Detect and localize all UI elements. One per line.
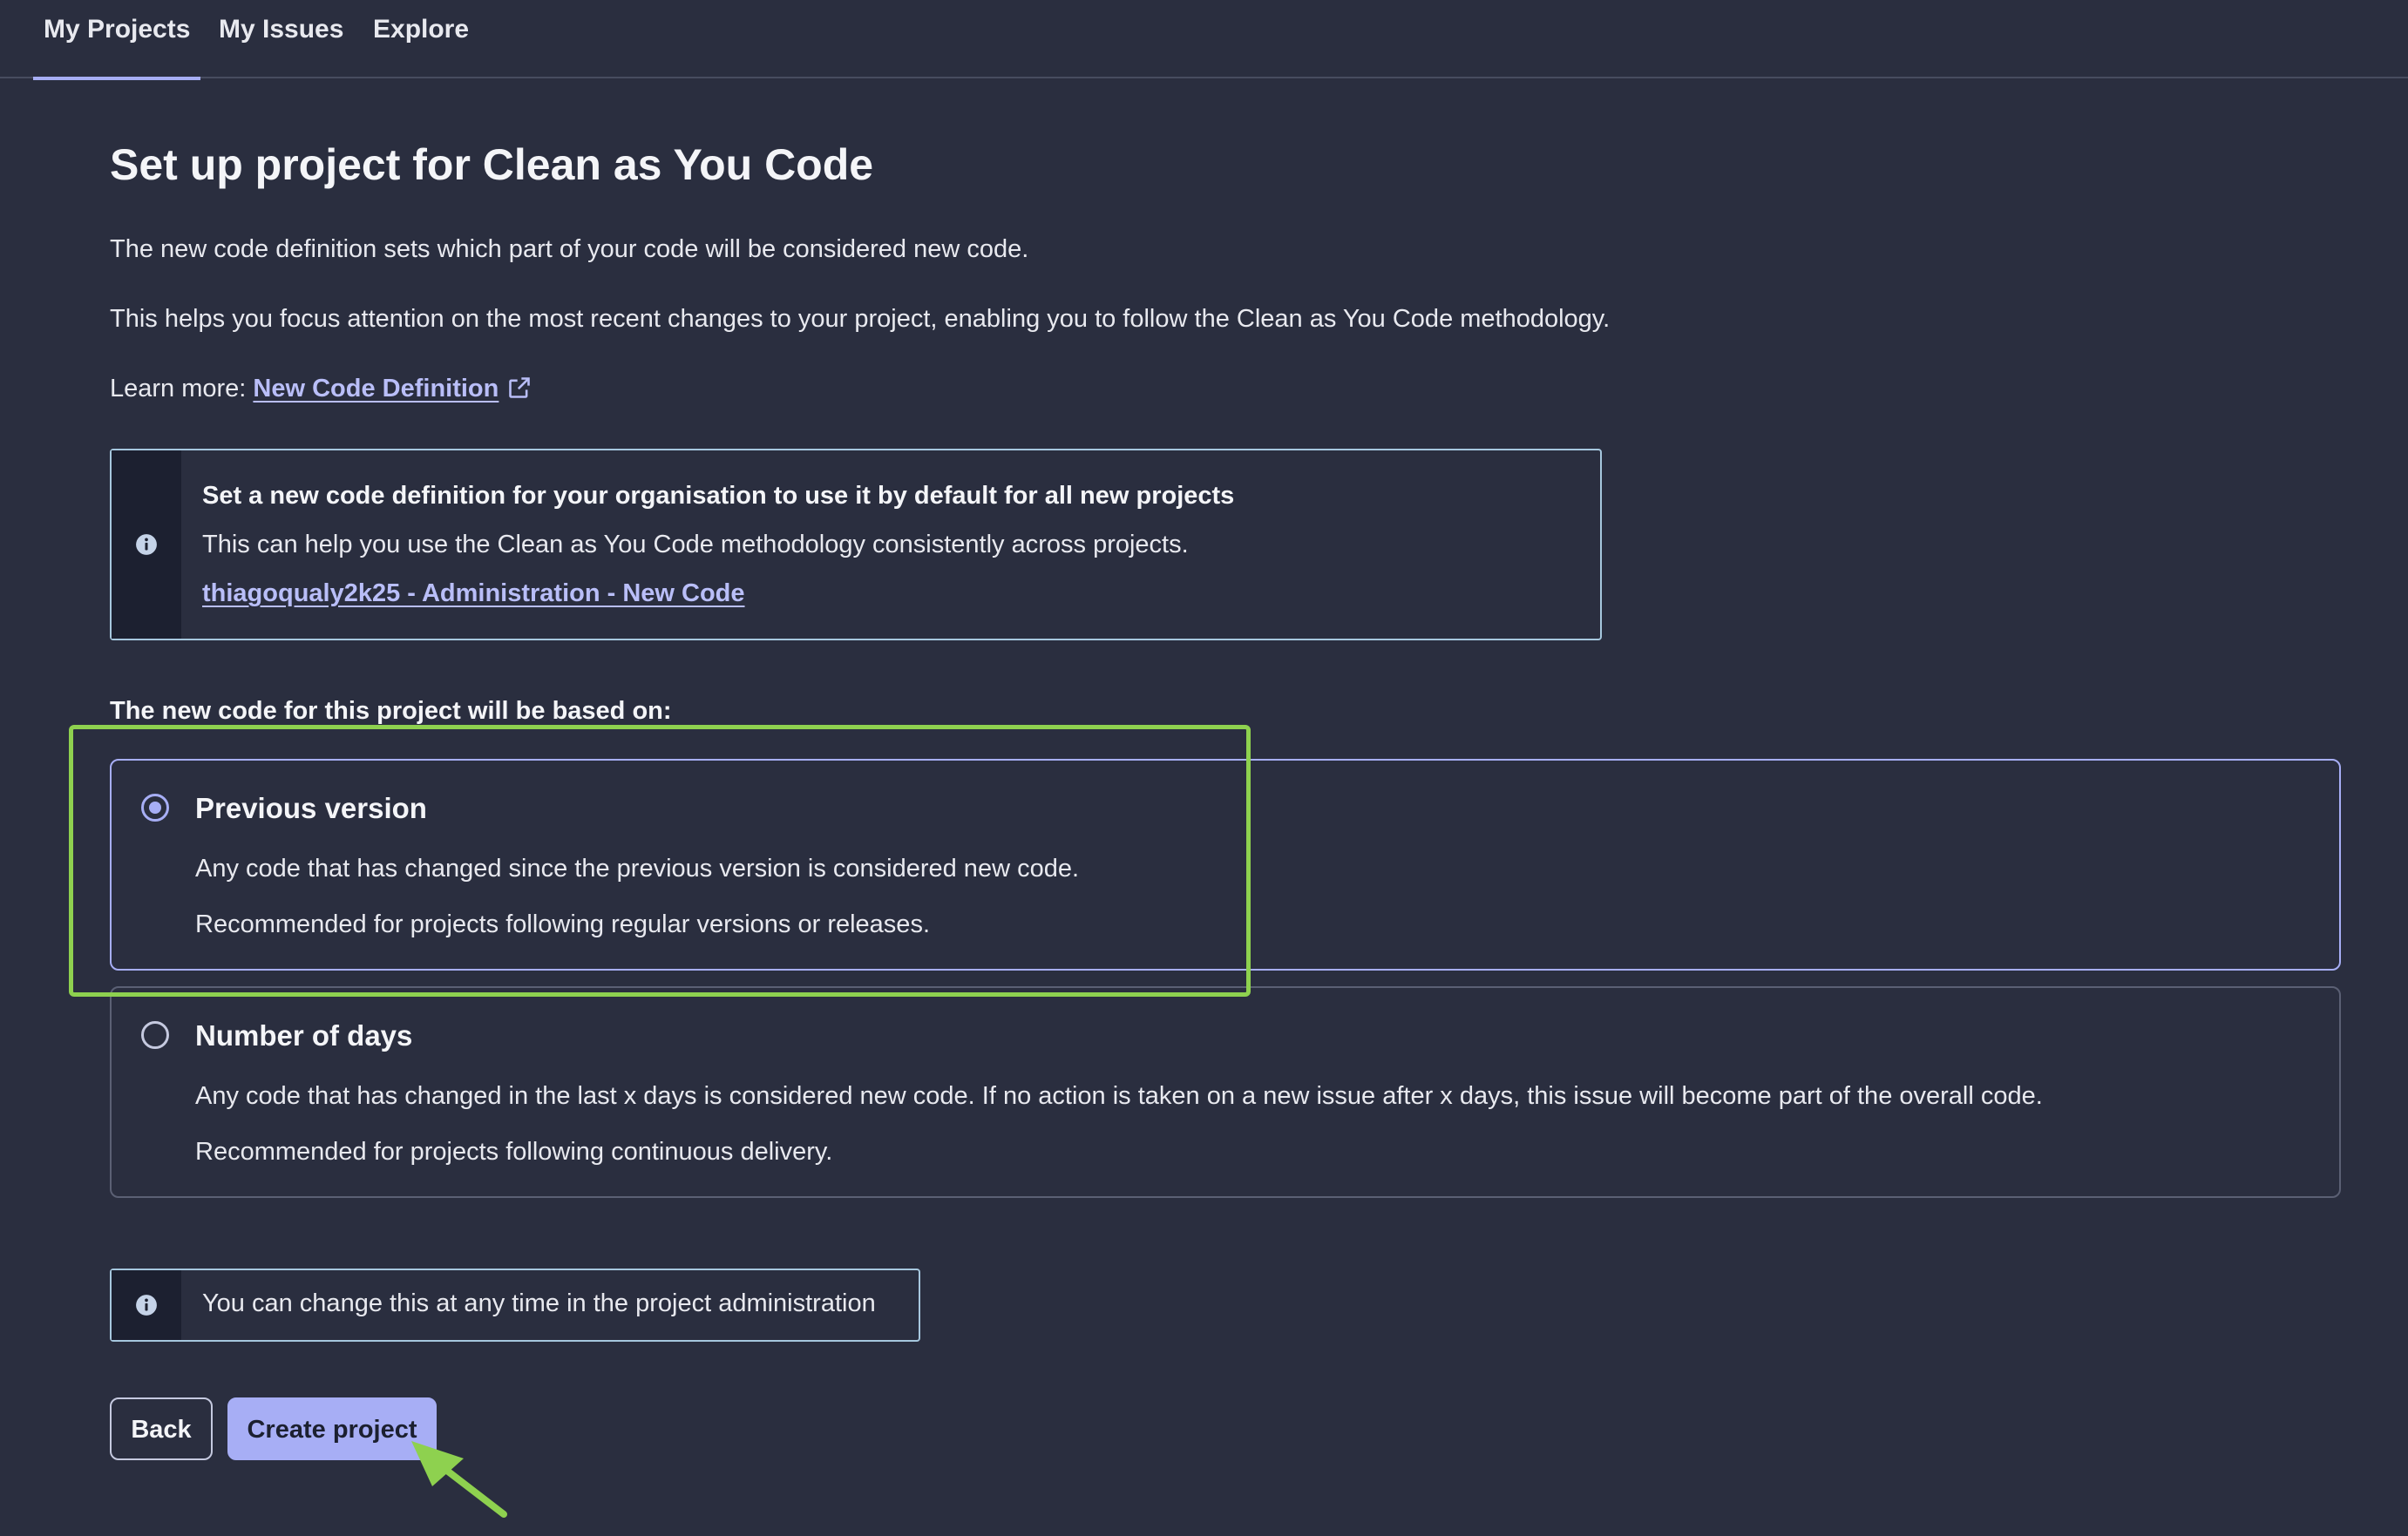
radio-unchecked-icon[interactable] xyxy=(141,1021,169,1049)
banner-icon-column xyxy=(112,1270,181,1340)
new-code-definition-link-label: New Code Definition xyxy=(253,375,499,403)
learn-more-row: Learn more: New Code Definition xyxy=(110,375,532,403)
option-number-of-days[interactable]: Number of days Any code that has changed… xyxy=(110,986,2341,1198)
tab-my-projects[interactable]: My Projects xyxy=(32,0,201,80)
banner-title: Set a new code definition for your organ… xyxy=(202,482,1235,510)
intro-paragraph: The new code definition sets which part … xyxy=(110,235,1029,263)
external-link-icon xyxy=(509,377,531,398)
create-project-button[interactable]: Create project xyxy=(227,1397,437,1460)
option-recommendation: Recommended for projects following conti… xyxy=(195,1138,833,1166)
option-description: Any code that has changed since the prev… xyxy=(195,855,1080,883)
option-description: Any code that has changed in the last x … xyxy=(195,1082,2043,1110)
tab-my-issues[interactable]: My Issues xyxy=(219,0,343,78)
learn-more-prefix: Learn more: xyxy=(110,375,247,403)
info-circle-icon xyxy=(136,1295,157,1316)
methodology-paragraph: This helps you focus attention on the mo… xyxy=(110,305,1611,333)
info-circle-icon xyxy=(136,534,157,555)
org-admin-new-code-link[interactable]: thiagoqualy2k25 - Administration - New C… xyxy=(202,579,745,608)
radio-checked-icon[interactable] xyxy=(141,794,169,822)
banner-description: This can help you use the Clean as You C… xyxy=(202,531,1189,558)
top-navigation: My Projects My Issues Explore xyxy=(0,0,2408,80)
back-button[interactable]: Back xyxy=(110,1397,213,1460)
new-code-basis-label: The new code for this project will be ba… xyxy=(110,697,672,725)
new-code-definition-link[interactable]: New Code Definition xyxy=(253,375,532,403)
option-title: Number of days xyxy=(195,1019,413,1052)
org-new-code-banner: Set a new code definition for your organ… xyxy=(110,449,1602,640)
tab-explore[interactable]: Explore xyxy=(373,0,469,78)
option-previous-version[interactable]: Previous version Any code that has chang… xyxy=(110,759,2341,971)
option-title: Previous version xyxy=(195,792,427,824)
change-later-banner: You can change this at any time in the p… xyxy=(110,1269,920,1342)
option-recommendation: Recommended for projects following regul… xyxy=(195,910,930,938)
change-later-text: You can change this at any time in the p… xyxy=(202,1289,876,1317)
page-title: Set up project for Clean as You Code xyxy=(110,140,874,189)
banner-icon-column xyxy=(112,450,181,639)
